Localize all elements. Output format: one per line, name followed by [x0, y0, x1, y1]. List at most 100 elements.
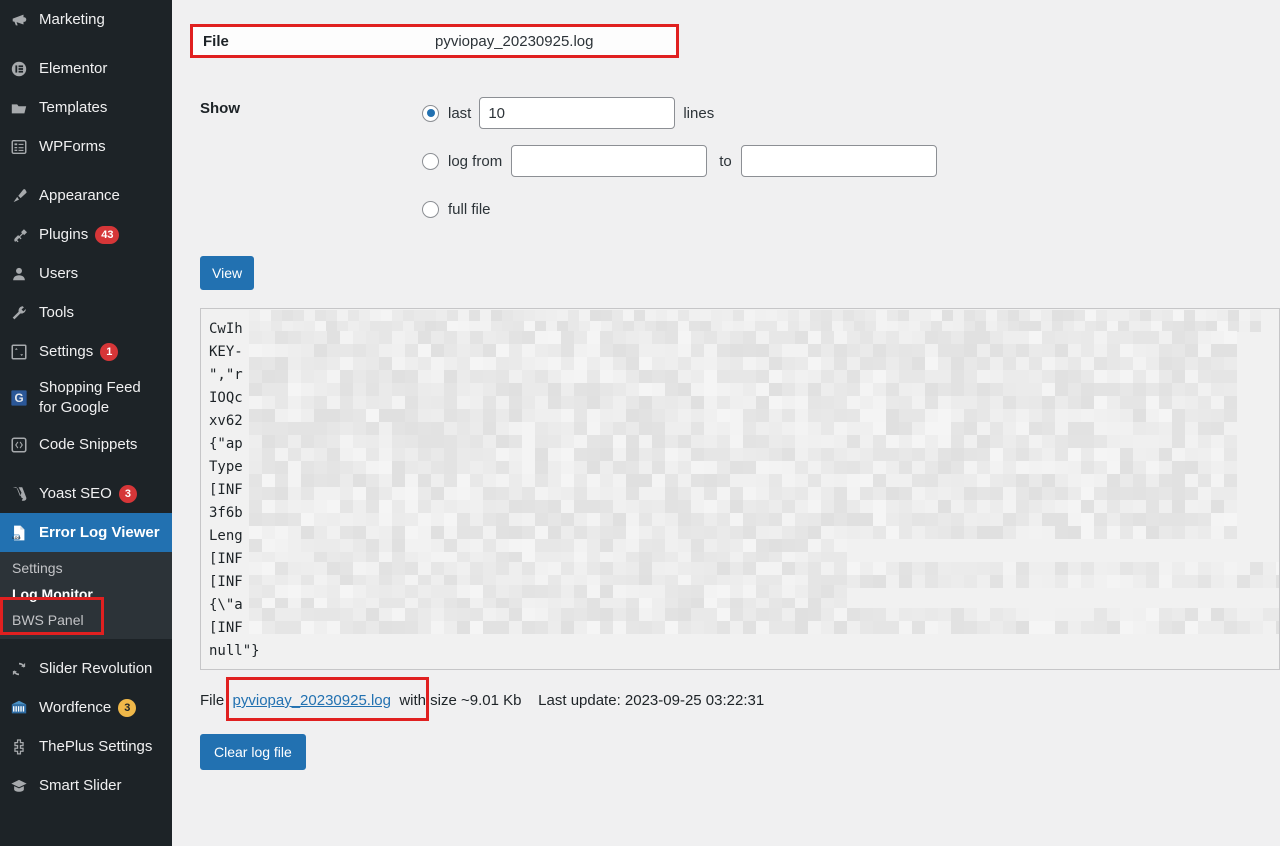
log-line-left-text: CwIh: [209, 321, 243, 337]
show-options: last lines log from to full file: [422, 96, 937, 240]
radio-full-file[interactable]: [422, 201, 439, 218]
file-info-line: File pyviopay_20230925.log with size ~9.…: [200, 692, 1280, 714]
file-info-word: File: [200, 692, 224, 709]
file-value: pyviopay_20230925.log: [435, 33, 593, 50]
sidebar-item-shopping-feed-for-google[interactable]: G Shopping Feed for Google: [0, 371, 172, 425]
sidebar-item-label: Wordfence: [39, 700, 111, 715]
admin-sidebar: Marketing Elementor Templates WPForms Appear…: [0, 0, 172, 846]
sidebar-submenu: SettingsLog MonitorBWS Panel: [0, 552, 172, 639]
sidebar-item-label: ThePlus Settings: [39, 739, 152, 754]
sidebar-menu-top: Marketing Elementor Templates WPForms Appear…: [0, 0, 172, 552]
log-line-left-text: {"ap: [209, 436, 243, 452]
sidebar-menu-bottom: Slider Revolution Wordfence 3 ThePlus Setti…: [0, 639, 172, 805]
sidebar-item-label: Settings: [39, 344, 93, 359]
log-document-icon: LOG: [6, 524, 32, 542]
show-label: Show: [190, 96, 422, 240]
submenu-item-bws-panel[interactable]: BWS Panel: [0, 607, 172, 633]
radio-last[interactable]: [422, 105, 439, 122]
label-full-file: full file: [448, 201, 491, 218]
show-block: Show last lines log from to: [190, 96, 1280, 240]
submenu-item-log-monitor[interactable]: Log Monitor: [0, 581, 172, 607]
sidebar-item-settings[interactable]: Settings1: [0, 332, 172, 371]
sidebar-item-wpforms[interactable]: WPForms: [0, 127, 172, 166]
wpforms-icon: [6, 138, 32, 156]
code-icon: [6, 436, 32, 454]
file-row: File pyviopay_20230925.log: [190, 24, 679, 58]
log-line-left-text: 3f6b: [209, 505, 243, 521]
redacted-log-text: [249, 585, 835, 607]
sidebar-item-marketing[interactable]: Marketing: [0, 0, 172, 39]
log-line-left-text: {\"a: [209, 597, 243, 613]
menu-separator: [0, 639, 172, 649]
wordfence-icon: [6, 699, 32, 717]
log-to-input[interactable]: [741, 145, 937, 177]
sidebar-item-label: Error Log Viewer: [39, 525, 160, 540]
sidebar-item-theplus-settings[interactable]: ThePlus Settings: [0, 727, 172, 766]
sidebar-item-appearance[interactable]: Appearance: [0, 176, 172, 215]
last-update-text: Last update: 2023-09-25 03:22:31: [538, 692, 764, 709]
sliders-icon: [6, 343, 32, 361]
log-line: null"}: [209, 640, 1279, 663]
redacted-log-text: [249, 562, 1279, 584]
sidebar-item-templates[interactable]: Templates: [0, 88, 172, 127]
log-line-left-text: IOQc: [209, 390, 243, 406]
submenu-item-settings[interactable]: Settings: [0, 555, 172, 581]
refresh-icon: [6, 660, 32, 678]
sidebar-item-tools[interactable]: Tools: [0, 293, 172, 332]
file-row-highlight-box: File pyviopay_20230925.log: [190, 24, 679, 58]
sidebar-item-label: Appearance: [39, 188, 120, 203]
log-line-left-text: [INF: [209, 551, 243, 567]
log-output-area[interactable]: CwIhug4pApKEY-","rJoZd2wIOQcu\/hS+xv62/a…: [200, 308, 1280, 670]
log-line-left-text: [INF: [209, 482, 243, 498]
sidebar-item-slider-revolution[interactable]: Slider Revolution: [0, 649, 172, 688]
svg-text:G: G: [14, 392, 23, 405]
main-content: File pyviopay_20230925.log Show last lin…: [172, 0, 1280, 846]
sidebar-item-label: Shopping Feed for Google: [39, 378, 149, 418]
sidebar-item-elementor[interactable]: Elementor: [0, 49, 172, 88]
sidebar-item-label: Elementor: [39, 61, 107, 76]
redacted-log-text: [249, 608, 1279, 630]
option-row-last: last lines: [422, 96, 937, 130]
sidebar-item-yoast-seo[interactable]: Yoast SEO3: [0, 474, 172, 513]
log-line-left-text: [INF: [209, 574, 243, 590]
menu-separator: [0, 166, 172, 176]
sidebar-item-label: Marketing: [39, 12, 105, 27]
sidebar-item-badge: 3: [118, 699, 136, 717]
radio-log-from[interactable]: [422, 153, 439, 170]
sidebar-item-plugins[interactable]: Plugins43: [0, 215, 172, 254]
folder-icon: [6, 99, 32, 117]
redacted-log-text: [249, 331, 1231, 539]
log-line-left-text: KEY-: [209, 344, 243, 360]
option-row-full-file: full file: [422, 192, 937, 226]
sidebar-item-label: Templates: [39, 100, 107, 115]
sidebar-item-users[interactable]: Users: [0, 254, 172, 293]
sidebar-item-wordfence[interactable]: Wordfence 3: [0, 688, 172, 727]
sidebar-item-error-log-viewer[interactable]: LOG Error Log Viewer: [0, 513, 172, 552]
lines-input[interactable]: [479, 97, 675, 129]
file-download-link[interactable]: pyviopay_20230925.log: [233, 692, 391, 709]
menu-separator: [0, 39, 172, 49]
log-line-left-text: null"}: [209, 643, 260, 659]
log-from-input[interactable]: [511, 145, 707, 177]
yoast-icon: [6, 485, 32, 503]
label-lines: lines: [683, 105, 714, 122]
sidebar-item-smart-slider[interactable]: Smart Slider: [0, 766, 172, 805]
plug-icon: [6, 226, 32, 244]
view-button[interactable]: View: [200, 256, 254, 290]
log-line-left-text: Leng: [209, 528, 243, 544]
sidebar-item-code-snippets[interactable]: Code Snippets: [0, 425, 172, 464]
clear-log-file-button[interactable]: Clear log file: [200, 734, 306, 770]
log-line-left-text: [INF: [209, 620, 243, 636]
redacted-log-text: [249, 539, 835, 561]
option-row-log-from: log from to: [422, 144, 937, 178]
sidebar-item-badge: 3: [119, 485, 137, 503]
sidebar-item-label: WPForms: [39, 139, 106, 154]
megaphone-icon: [6, 11, 32, 29]
label-to: to: [719, 153, 732, 170]
sidebar-item-label: Plugins: [39, 227, 88, 242]
graduation-cap-icon: [6, 777, 32, 795]
log-line-left-text: xv62: [209, 413, 243, 429]
sidebar-item-label: Smart Slider: [39, 778, 122, 793]
theplus-icon: [6, 738, 32, 756]
menu-separator: [0, 464, 172, 474]
